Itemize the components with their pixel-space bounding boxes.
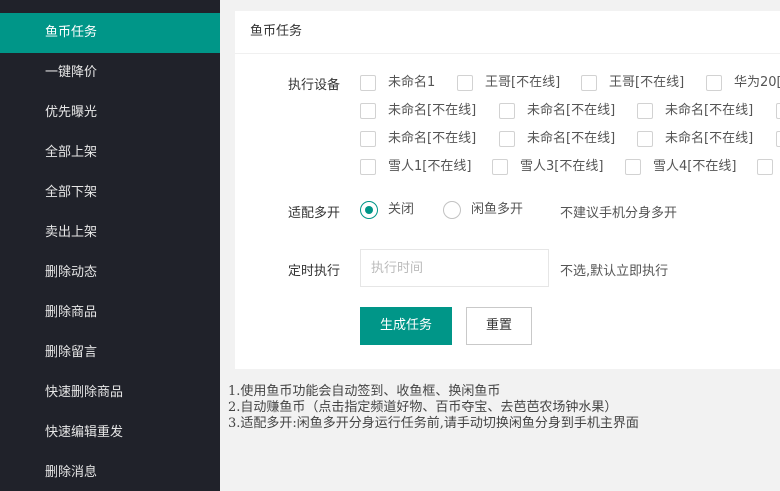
sidebar-item-fish-coin-task[interactable]: 鱼币任务 [0,13,220,53]
checkbox-box[interactable] [581,75,597,91]
device-checkbox[interactable] [776,129,780,149]
sidebar-item-delete-messages[interactable]: 删除消息 [0,453,220,491]
sidebar-item-quick-delete-products[interactable]: 快速删除商品 [0,373,220,413]
checkbox-box[interactable] [457,75,473,91]
panel-title: 鱼币任务 [235,11,780,54]
sidebar-item-delist-all[interactable]: 全部下架 [0,173,220,213]
sidebar-item-list-all[interactable]: 全部上架 [0,133,220,173]
checkbox-box[interactable] [637,131,653,147]
sidebar-top-spacer [0,0,220,13]
sidebar-item-priority-exposure[interactable]: 优先曝光 [0,93,220,133]
device-checkbox[interactable]: 华为20[ [706,73,780,93]
checkbox-box[interactable] [776,130,780,147]
schedule-hint: 不选,默认立即执行 [560,264,669,279]
sidebar-item-delete-products[interactable]: 删除商品 [0,293,220,333]
schedule-label: 定时执行 [288,264,341,279]
radio-unchecked-icon[interactable] [443,201,461,219]
checkbox-box[interactable] [499,131,515,147]
device-checkbox[interactable]: 雪人3[不在线] [492,157,603,177]
device-checkbox[interactable]: 王哥[不在线] [581,73,684,93]
note-line: 1.使用鱼币功能会自动签到、收鱼框、换闲鱼币 [228,384,501,399]
device-checkbox[interactable]: 未命名[不在线] [637,129,753,149]
usage-notes: 1.使用鱼币功能会自动签到、收鱼框、换闲鱼币 2.自动赚鱼币（点击指定频道好物、… [228,384,639,432]
generate-task-button[interactable]: 生成任务 [360,307,452,345]
multi-open-label: 适配多开 [288,206,341,221]
checkbox-box[interactable] [637,103,653,119]
device-checkbox[interactable]: 雪人4[不在线] [625,157,736,177]
note-line: 2.自动赚鱼币（点击指定频道好物、百币夺宝、去芭芭农场钟水果） [228,400,618,415]
checkbox-box[interactable] [492,159,508,175]
checkbox-box[interactable] [360,103,376,119]
schedule-time-input[interactable] [360,249,549,287]
checkbox-box[interactable] [757,158,773,175]
multi-open-hint: 不建议手机分身多开 [560,206,678,221]
radio-checked-icon[interactable] [360,201,378,219]
device-checkbox[interactable]: 王哥[不在线] [457,73,560,93]
checkbox-box[interactable] [360,159,376,175]
sidebar-item-sold-relist[interactable]: 卖出上架 [0,213,220,253]
sidebar-item-delete-posts[interactable]: 删除动态 [0,253,220,293]
sidebar: 鱼币任务 一键降价 优先曝光 全部上架 全部下架 卖出上架 删除动态 删除商品 … [0,0,220,491]
device-checkbox[interactable]: 未命名1 [360,73,435,93]
device-checkbox[interactable]: 雪人1[不在线] [360,157,471,177]
device-checkbox[interactable]: 未命名[不在线] [499,101,615,121]
device-checkbox[interactable] [776,101,780,121]
radio-close[interactable]: 关闭 [360,200,414,220]
sidebar-item-delete-comments[interactable]: 删除留言 [0,333,220,373]
checkbox-box[interactable] [499,103,515,119]
radio-xianyu-multi[interactable]: 闲鱼多开 [443,200,523,220]
device-checkbox[interactable]: 未命名[不在线] [360,101,476,121]
device-checkbox[interactable]: 未命名[不在线] [637,101,753,121]
device-checkbox[interactable]: 未命名[不在线] [360,129,476,149]
devices-label: 执行设备 [288,78,341,93]
sidebar-item-quick-edit-repost[interactable]: 快速编辑重发 [0,413,220,453]
checkbox-box[interactable] [706,75,722,91]
checkbox-box[interactable] [625,159,641,175]
task-panel: 鱼币任务 执行设备 未命名1 王哥[不在线] 王哥[不在线] 华为20[ 未命名… [235,11,780,369]
sidebar-item-one-click-price-cut[interactable]: 一键降价 [0,53,220,93]
device-checkbox[interactable] [757,157,780,177]
checkbox-box[interactable] [360,75,376,91]
checkbox-box[interactable] [360,131,376,147]
note-line: 3.适配多开:闲鱼多开分身运行任务前,请手动切换闲鱼分身到手机主界面 [228,416,639,431]
reset-button[interactable]: 重置 [466,307,532,345]
checkbox-box[interactable] [776,102,780,119]
device-checkbox[interactable]: 未命名[不在线] [499,129,615,149]
